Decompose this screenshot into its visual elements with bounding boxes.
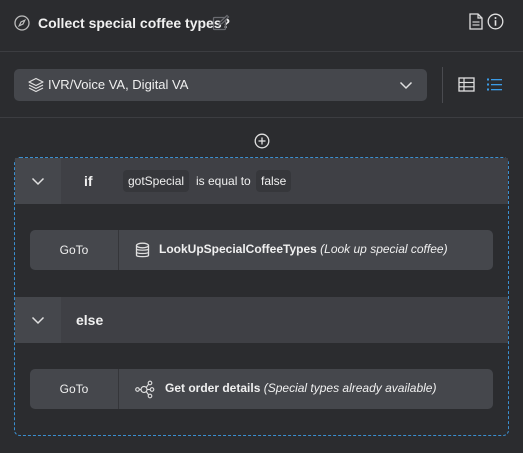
- else-action-target: Get order details: [165, 381, 261, 395]
- add-icon[interactable]: [254, 133, 270, 149]
- condition-value[interactable]: false: [256, 170, 292, 192]
- compass-icon: [14, 15, 30, 31]
- layers-icon: [28, 77, 44, 93]
- else-goto-button[interactable]: GoTo: [30, 369, 119, 409]
- condition-variable[interactable]: gotSpecial: [123, 170, 190, 192]
- if-goto-button[interactable]: GoTo: [30, 230, 119, 270]
- node-title: Collect special coffee types?: [38, 15, 231, 31]
- else-keyword: else: [76, 312, 104, 328]
- list-view-icon[interactable]: [486, 76, 503, 93]
- chevron-down-icon: [399, 81, 413, 90]
- if-action-row[interactable]: GoTo LookUpSpecialCoffeeTypes (Look up s…: [30, 230, 493, 270]
- edit-icon[interactable]: [212, 14, 230, 32]
- if-action-label: LookUpSpecialCoffeeTypes (Look up specia…: [159, 242, 448, 256]
- table-view-icon[interactable]: [458, 76, 475, 93]
- info-icon[interactable]: [487, 13, 504, 30]
- if-keyword: if: [84, 173, 93, 189]
- document-icon[interactable]: [469, 13, 483, 30]
- condition-operator[interactable]: is equal to: [196, 174, 251, 188]
- database-icon: [135, 242, 150, 258]
- else-collapse-toggle[interactable]: [15, 297, 61, 343]
- channel-dropdown[interactable]: IVR/Voice VA, Digital VA: [14, 69, 427, 101]
- channel-value: IVR/Voice VA, Digital VA: [48, 77, 189, 92]
- flow-node-icon: [135, 380, 155, 399]
- if-collapse-toggle[interactable]: [15, 158, 61, 204]
- toolbar-divider: [442, 67, 443, 103]
- chevron-down-icon: [31, 177, 45, 186]
- else-action-description: (Special types already available): [263, 381, 437, 395]
- else-action-label: Get order details (Special types already…: [165, 381, 436, 395]
- if-action-description: (Look up special coffee): [320, 242, 448, 256]
- if-branch-header[interactable]: if gotSpecial is equal to false: [15, 158, 508, 204]
- else-branch-header[interactable]: else: [15, 297, 508, 343]
- else-action-row[interactable]: GoTo Get order details (Special types al…: [30, 369, 493, 409]
- chevron-down-icon: [31, 316, 45, 325]
- channel-toolbar: IVR/Voice VA, Digital VA: [0, 52, 523, 118]
- if-action-target: LookUpSpecialCoffeeTypes: [159, 242, 317, 256]
- node-header: Collect special coffee types?: [0, 0, 523, 52]
